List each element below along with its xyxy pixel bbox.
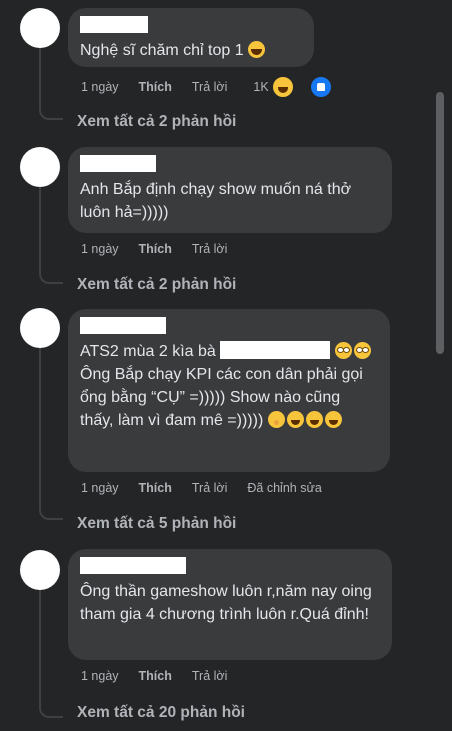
author-name-redacted[interactable] — [80, 155, 156, 172]
author-name-redacted[interactable] — [80, 557, 186, 574]
like-reaction-icon — [308, 75, 333, 99]
timestamp[interactable]: 1 ngày — [81, 80, 119, 94]
thread-connector — [39, 506, 63, 520]
author-name-redacted[interactable] — [80, 317, 166, 334]
comment-actions: 1 ngày Thích Trả lời 1K — [81, 75, 353, 99]
author-name-redacted[interactable] — [80, 16, 148, 33]
avatar[interactable] — [20, 8, 60, 48]
reply-button[interactable]: Trả lời — [192, 669, 228, 683]
view-replies-link[interactable]: Xem tất cả 20 phản hồi — [77, 704, 245, 722]
comment-actions: 1 ngày Thích Trả lời Đã chỉnh sửa — [81, 481, 342, 495]
thread-connector — [39, 106, 63, 120]
grinning-squint-emoji-icon — [286, 411, 304, 428]
timestamp[interactable]: 1 ngày — [81, 242, 119, 256]
comment-text: ATS2 mùa 2 kìa bà — [80, 343, 216, 360]
like-button[interactable]: Thích — [139, 242, 172, 256]
grinning-squint-emoji-icon — [324, 411, 342, 428]
like-button[interactable]: Thích — [139, 669, 172, 683]
view-replies-link[interactable]: Xem tất cả 2 phản hồi — [77, 113, 236, 131]
comment-bubble: Nghệ sĩ chăm chỉ top 1 — [68, 8, 314, 67]
comment-text: Nghệ sĩ chăm chỉ top 1 — [80, 42, 244, 59]
reply-button[interactable]: Trả lời — [192, 242, 228, 256]
comment-bubble: Ông thần gameshow luôn r,năm nay oing th… — [68, 549, 392, 660]
reaction-count: 1K — [253, 80, 269, 94]
like-button[interactable]: Thích — [139, 481, 172, 495]
comment-bubble: Anh Bắp định chạy show muốn ná thở luôn … — [68, 147, 392, 233]
thread-line — [39, 348, 41, 506]
mentioned-name-redacted[interactable] — [220, 341, 331, 359]
like-button[interactable]: Thích — [139, 80, 172, 94]
thread-line — [39, 590, 41, 704]
nerd-face-emoji-icon — [334, 342, 352, 359]
view-replies-link[interactable]: Xem tất cả 2 phản hồi — [77, 276, 236, 294]
timestamp[interactable]: 1 ngày — [81, 481, 119, 495]
comment-actions: 1 ngày Thích Trả lời — [81, 669, 247, 683]
comment-text: Ông thần gameshow luôn r,năm nay oing th… — [80, 583, 372, 623]
edited-label[interactable]: Đã chỉnh sửa — [247, 481, 321, 495]
comment-bubble: ATS2 mùa 2 kìa bà Ông Bắp chạy KPI các c… — [68, 309, 390, 472]
haha-reaction-icon — [270, 75, 295, 99]
thread-connector — [39, 270, 63, 284]
reply-button[interactable]: Trả lời — [192, 481, 228, 495]
avatar[interactable] — [20, 550, 60, 590]
timestamp[interactable]: 1 ngày — [81, 669, 119, 683]
avatar[interactable] — [20, 308, 60, 348]
thread-connector — [39, 704, 63, 718]
thread-line — [39, 48, 41, 106]
laughing-tears-emoji-icon — [248, 41, 266, 58]
reaction-summary[interactable]: 1K — [253, 75, 352, 99]
comment-actions: 1 ngày Thích Trả lời — [81, 242, 247, 256]
thread-line — [39, 187, 41, 270]
comment-text: Anh Bắp định chạy show muốn ná thở luôn … — [80, 181, 352, 221]
shushing-face-emoji-icon — [267, 411, 285, 428]
scrollbar-thumb[interactable] — [436, 92, 444, 354]
grinning-squint-emoji-icon — [305, 411, 323, 428]
view-replies-link[interactable]: Xem tất cả 5 phản hồi — [77, 515, 236, 533]
reply-button[interactable]: Trả lời — [192, 80, 228, 94]
avatar[interactable] — [20, 147, 60, 187]
nerd-face-emoji-icon — [353, 342, 371, 359]
